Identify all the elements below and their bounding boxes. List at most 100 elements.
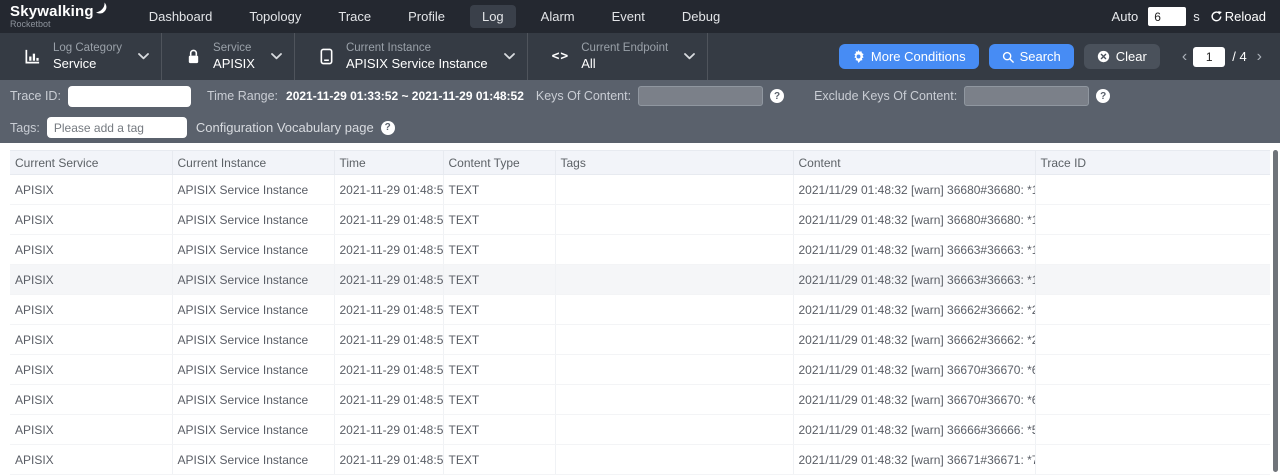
next-page-button[interactable]: › bbox=[1251, 49, 1268, 65]
table-row[interactable]: APISIX APISIX Service Instance 2021-11-2… bbox=[10, 445, 1270, 475]
toolbar-actions: More Conditions Search C bbox=[839, 33, 1280, 80]
log-table: Current Service Current Instance Time Co… bbox=[10, 150, 1270, 475]
cell-current-instance: APISIX Service Instance bbox=[172, 235, 334, 265]
log-table-body: APISIX APISIX Service Instance 2021-11-2… bbox=[10, 175, 1270, 475]
table-row[interactable]: APISIX APISIX Service Instance 2021-11-2… bbox=[10, 415, 1270, 445]
cell-content: 2021/11/29 01:48:32 [warn] 36671#36671: … bbox=[793, 445, 1035, 475]
more-conditions-button[interactable]: More Conditions bbox=[839, 44, 979, 69]
cell-content-type: TEXT bbox=[443, 355, 555, 385]
page-separator: / bbox=[1232, 49, 1236, 64]
cell-current-service: APISIX bbox=[10, 445, 172, 475]
configuration-vocabulary-link[interactable]: Configuration Vocabulary page bbox=[196, 120, 374, 135]
app-logo: Skywalking Rocketbot bbox=[10, 4, 107, 29]
time-range-value: 2021-11-29 01:33:52 ~ 2021-11-29 01:48:5… bbox=[286, 89, 524, 103]
trace-id-input[interactable] bbox=[68, 86, 191, 107]
log-category-selector[interactable]: Log Category Service bbox=[0, 33, 162, 80]
cell-current-service: APISIX bbox=[10, 235, 172, 265]
exclude-keys-help-icon[interactable]: ? bbox=[1096, 89, 1110, 103]
cell-current-service: APISIX bbox=[10, 415, 172, 445]
cell-time: 2021-11-29 01:48:52 bbox=[334, 385, 443, 415]
cell-time: 2021-11-29 01:48:52 bbox=[334, 205, 443, 235]
page-total: 4 bbox=[1239, 49, 1246, 64]
table-header-row: Current Service Current Instance Time Co… bbox=[10, 151, 1270, 175]
nav-item-event[interactable]: Event bbox=[600, 5, 657, 28]
trace-id-label: Trace ID: bbox=[10, 89, 61, 103]
bar-chart-icon bbox=[24, 48, 41, 65]
filter-row-2: Tags: Configuration Vocabulary page ? bbox=[10, 112, 1270, 143]
nav-item-log[interactable]: Log bbox=[470, 5, 516, 28]
nav-item-trace[interactable]: Trace bbox=[326, 5, 383, 28]
filter-panel: Trace ID: Time Range: 2021-11-29 01:33:5… bbox=[0, 80, 1280, 143]
chevron-down-icon bbox=[271, 53, 282, 60]
table-row[interactable]: APISIX APISIX Service Instance 2021-11-2… bbox=[10, 175, 1270, 205]
table-row[interactable]: APISIX APISIX Service Instance 2021-11-2… bbox=[10, 325, 1270, 355]
cell-tags bbox=[555, 205, 793, 235]
reload-label: Reload bbox=[1225, 9, 1266, 24]
column-header-content: Content bbox=[793, 151, 1035, 175]
auto-unit-label: s bbox=[1193, 9, 1200, 24]
clear-button[interactable]: Clear bbox=[1084, 44, 1160, 69]
exclude-keys-input[interactable] bbox=[964, 86, 1089, 106]
cell-content-type: TEXT bbox=[443, 205, 555, 235]
page-number-input[interactable] bbox=[1193, 47, 1225, 67]
table-row[interactable]: APISIX APISIX Service Instance 2021-11-2… bbox=[10, 385, 1270, 415]
table-row[interactable]: APISIX APISIX Service Instance 2021-11-2… bbox=[10, 295, 1270, 325]
table-row[interactable]: APISIX APISIX Service Instance 2021-11-2… bbox=[10, 205, 1270, 235]
keys-of-content-input[interactable] bbox=[638, 86, 763, 106]
selector-label: Current Instance bbox=[346, 41, 488, 55]
cell-time: 2021-11-29 01:48:52 bbox=[334, 355, 443, 385]
cell-content: 2021/11/29 01:48:32 [warn] 36670#36670: … bbox=[793, 355, 1035, 385]
cell-tags bbox=[555, 445, 793, 475]
cell-tags bbox=[555, 265, 793, 295]
reload-button[interactable]: Reload bbox=[1210, 9, 1266, 24]
nav-item-debug[interactable]: Debug bbox=[670, 5, 732, 28]
log-page: Skywalking Rocketbot Dashboard Topology … bbox=[0, 0, 1280, 476]
service-selector[interactable]: Service APISIX bbox=[162, 33, 295, 80]
cell-current-instance: APISIX Service Instance bbox=[172, 385, 334, 415]
chevron-down-icon bbox=[504, 53, 515, 60]
cell-trace-id bbox=[1035, 415, 1270, 445]
vertical-scrollbar[interactable] bbox=[1273, 150, 1278, 472]
logo-swoosh-icon bbox=[95, 2, 107, 14]
cell-tags bbox=[555, 295, 793, 325]
cell-time: 2021-11-29 01:48:52 bbox=[334, 295, 443, 325]
cell-tags bbox=[555, 385, 793, 415]
column-header-time: Time bbox=[334, 151, 443, 175]
more-conditions-label: More Conditions bbox=[871, 49, 966, 64]
nav-item-topology[interactable]: Topology bbox=[237, 5, 313, 28]
cell-current-service: APISIX bbox=[10, 175, 172, 205]
table-row[interactable]: APISIX APISIX Service Instance 2021-11-2… bbox=[10, 235, 1270, 265]
cell-current-service: APISIX bbox=[10, 325, 172, 355]
nav-item-alarm[interactable]: Alarm bbox=[529, 5, 587, 28]
current-instance-selector[interactable]: Current Instance APISIX Service Instance bbox=[295, 33, 528, 80]
previous-page-button[interactable]: ‹ bbox=[1176, 49, 1193, 65]
reload-icon bbox=[1210, 10, 1223, 23]
cell-time: 2021-11-29 01:48:52 bbox=[334, 175, 443, 205]
cell-content-type: TEXT bbox=[443, 265, 555, 295]
cell-trace-id bbox=[1035, 235, 1270, 265]
cell-content: 2021/11/29 01:48:32 [warn] 36680#36680: … bbox=[793, 175, 1035, 205]
column-header-tags: Tags bbox=[555, 151, 793, 175]
selector-value: APISIX bbox=[213, 56, 255, 72]
search-button[interactable]: Search bbox=[989, 44, 1074, 69]
cell-trace-id bbox=[1035, 295, 1270, 325]
nav-item-dashboard[interactable]: Dashboard bbox=[137, 5, 225, 28]
tags-help-icon[interactable]: ? bbox=[381, 121, 395, 135]
table-row[interactable]: APISIX APISIX Service Instance 2021-11-2… bbox=[10, 265, 1270, 295]
nav-item-profile[interactable]: Profile bbox=[396, 5, 457, 28]
column-header-current-instance: Current Instance bbox=[172, 151, 334, 175]
current-endpoint-selector[interactable]: <> Current Endpoint All bbox=[528, 33, 709, 80]
cell-content-type: TEXT bbox=[443, 325, 555, 355]
keys-help-icon[interactable]: ? bbox=[770, 89, 784, 103]
log-table-container: Current Service Current Instance Time Co… bbox=[0, 143, 1280, 475]
code-icon: <> bbox=[552, 49, 570, 64]
table-row[interactable]: APISIX APISIX Service Instance 2021-11-2… bbox=[10, 355, 1270, 385]
lock-icon bbox=[186, 48, 201, 65]
selector-label: Service bbox=[213, 41, 255, 55]
column-header-trace-id: Trace ID bbox=[1035, 151, 1270, 175]
tags-input[interactable] bbox=[47, 117, 187, 138]
cell-content-type: TEXT bbox=[443, 415, 555, 445]
auto-interval-input[interactable] bbox=[1148, 7, 1186, 26]
cell-trace-id bbox=[1035, 355, 1270, 385]
cell-content: 2021/11/29 01:48:32 [warn] 36666#36666: … bbox=[793, 415, 1035, 445]
